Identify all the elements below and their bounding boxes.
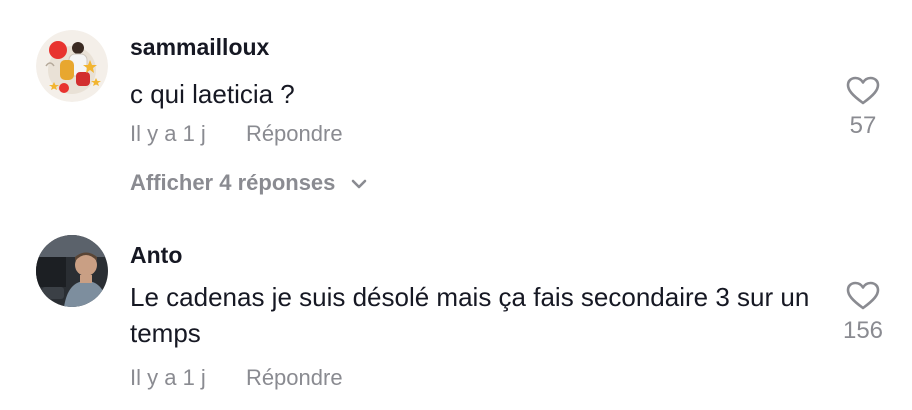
avatar[interactable] (36, 30, 108, 102)
comment-username[interactable]: Anto (130, 241, 820, 269)
chevron-down-icon (351, 179, 366, 189)
comment-body: Anto Le cadenas je suis désolé mais ça f… (130, 241, 820, 351)
comment-item: sammailloux c qui laeticia ? Il y a 1 j … (0, 0, 912, 210)
like-count: 57 (849, 112, 877, 139)
avatar-illustration (36, 30, 108, 102)
view-replies-label: Afficher 4 réponses (130, 170, 336, 195)
avatar[interactable] (36, 235, 108, 307)
comment-meta: Il y a 1 j Répondre (130, 121, 343, 147)
reply-button[interactable]: Répondre (246, 121, 343, 147)
like-control[interactable]: 156 (823, 281, 903, 345)
comment-timestamp: Il y a 1 j (130, 121, 206, 146)
reply-button[interactable]: Répondre (246, 365, 343, 391)
heart-outline-icon[interactable] (846, 281, 880, 311)
comment-text: Le cadenas je suis désolé mais ça fais s… (130, 282, 810, 348)
comment-item: Anto Le cadenas je suis désolé mais ça f… (0, 210, 912, 410)
like-count: 156 (842, 317, 884, 344)
comment-timestamp: Il y a 1 j (130, 365, 206, 390)
comment-body: sammailloux c qui laeticia ? (130, 33, 820, 112)
avatar-photo (36, 235, 108, 307)
view-replies-button[interactable]: Afficher 4 réponses (130, 170, 368, 196)
like-control[interactable]: 57 (823, 76, 903, 140)
heart-outline-icon[interactable] (846, 76, 880, 106)
comment-username[interactable]: sammailloux (130, 33, 820, 61)
comment-text: c qui laeticia ? (130, 79, 295, 109)
comment-meta: Il y a 1 j Répondre (130, 365, 343, 391)
